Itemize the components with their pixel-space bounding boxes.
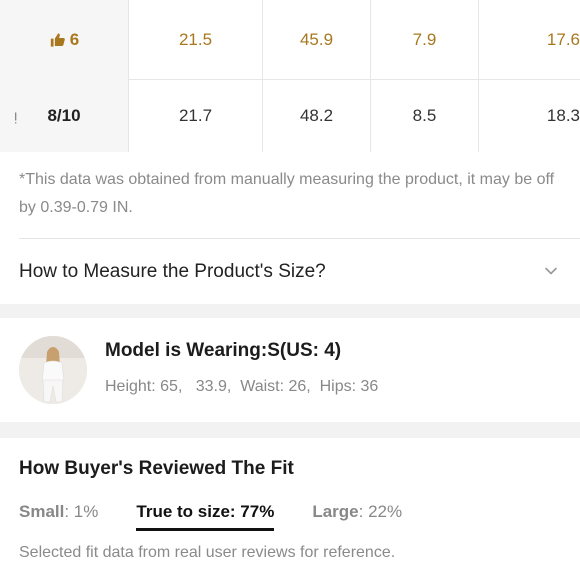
table-row: ᴉ 8/10 21.7 48.2 8.5 18.3 [0,80,580,152]
model-photo [19,336,87,404]
fit-options: Small: 1% True to size: 77% Large: 22% [19,502,440,531]
model-wearing-title: Model is Wearing:S(US: 4) [105,340,342,361]
how-to-measure-row[interactable]: How to Measure the Product's Size? [0,240,580,304]
chevron-down-icon [545,267,557,275]
table-cell: 18.3 [478,80,580,152]
fit-option-value: : 1% [64,502,99,521]
table-cell: 48.2 [262,80,370,152]
clipped-cell-edge: ᴉ [14,107,18,125]
size-label: 8/10 [47,106,81,125]
divider [19,238,580,239]
model-avatar[interactable] [19,336,87,404]
model-measurements: Height: 65, 33.9, Waist: 26, Hips: 36 [105,378,379,395]
table-cell: 17.6 [478,0,580,80]
table-row: 6 21.5 45.9 7.9 17.6 [0,0,580,80]
size-table: 6 21.5 45.9 7.9 17.6 ᴉ 8/10 21.7 48.2 8.… [0,0,580,152]
table-cell: 45.9 [262,0,370,80]
table-cell: 21.5 [128,0,262,80]
fit-review-note: Selected fit data from real user reviews… [19,544,396,561]
fit-option-key: Large [312,502,359,521]
table-cell: 21.7 [128,80,262,152]
table-cell: 8.5 [370,80,478,152]
table-cell: 7.9 [370,0,478,80]
fit-review-title: How Buyer's Reviewed The Fit [19,458,294,479]
section-separator [0,422,580,438]
fit-review-section: How Buyer's Reviewed The Fit Small: 1% T… [0,438,580,580]
fit-option-key: True to size [136,502,230,521]
fit-option-key: Small [19,502,65,521]
section-separator [0,304,580,318]
fit-option-true-to-size[interactable]: True to size: 77% [136,502,275,531]
fit-option-value: : 22% [358,502,403,521]
fit-option-value: : 77% [229,502,275,521]
fit-option-small[interactable]: Small: 1% [19,502,98,522]
size-cell: ᴉ 8/10 [0,80,128,152]
fit-option-large[interactable]: Large: 22% [312,502,402,522]
size-cell: 6 [0,0,128,80]
model-info: Model is Wearing:S(US: 4) Height: 65, 33… [0,318,580,422]
measurement-disclaimer: *This data was obtained from manually me… [19,171,555,216]
size-label: 6 [69,30,80,49]
how-to-measure-label: How to Measure the Product's Size? [19,261,326,282]
thumbs-up-icon [50,33,65,47]
